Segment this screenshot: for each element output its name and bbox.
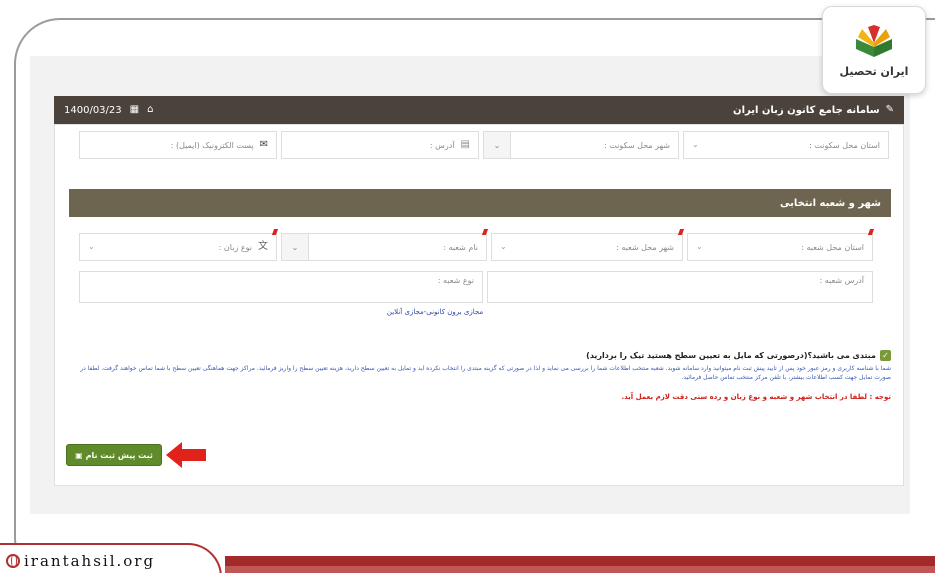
beginner-checkbox-row[interactable]: ✓ مبتدی می باشید؟(درصورتی که مایل به تعی… <box>586 350 891 361</box>
iran-tahsil-logo: ایران تحصیل <box>822 6 926 94</box>
branch-province-select[interactable]: استان محل شعبه : ⌄ <box>687 233 873 261</box>
email-input[interactable]: ✉ پست الکترونیک (ایمیل) : <box>79 131 277 159</box>
required-marker <box>481 229 489 235</box>
branch-address-display: آدرس شعبه : <box>487 271 873 303</box>
logo-text: ایران تحصیل <box>839 64 909 78</box>
submit-label: ثبت پیش ثبت نام <box>85 450 153 460</box>
check-icon[interactable]: ✓ <box>880 350 891 361</box>
site-url-tab: irantahsil.org <box>0 543 222 573</box>
date-display: 1400/03/23 <box>64 104 122 116</box>
submit-preregistration-button[interactable]: ثبت پیش ثبت نام ▣ <box>66 444 162 466</box>
chevron-down-icon: ⌄ <box>291 242 299 252</box>
section-title: شهر و شعبه انتخابی <box>779 197 881 209</box>
address-card-icon: ▤ <box>460 139 470 150</box>
residence-city-dropdown-toggle[interactable]: ⌄ <box>483 131 511 159</box>
chevron-down-icon: ⌄ <box>493 140 501 150</box>
footer-bar <box>225 556 935 566</box>
required-marker <box>271 229 279 235</box>
translate-icon: 文 <box>258 241 268 252</box>
globe-icon <box>6 554 20 568</box>
required-marker <box>677 229 685 235</box>
envelope-icon: ✉ <box>259 139 268 150</box>
residence-province-select[interactable]: استان محل سکونت : ⌄ <box>683 131 889 159</box>
residence-province-label: استان محل سکونت : <box>809 140 880 150</box>
branch-type-display: نوع شعبه : <box>79 271 483 303</box>
branch-name-select[interactable]: نام شعبه : <box>281 233 487 261</box>
section-header-city-branch: شهر و شعبه انتخابی <box>69 189 891 217</box>
chevron-down-icon: ⌄ <box>88 242 95 251</box>
registration-form-panel: استان محل سکونت : ⌄ شهر محل سکونت : ⌄ ▤ … <box>54 124 904 486</box>
residence-city-select[interactable]: شهر محل سکونت : <box>483 131 679 159</box>
required-marker <box>867 229 875 235</box>
branch-type-value: مجازی برون کانونی-مجازی آنلاین <box>386 308 484 316</box>
home-icon[interactable]: ⌂ <box>147 105 153 115</box>
info-description: شما با شناسه کاربری و رمز عبور خود پس از… <box>80 365 891 381</box>
app-header-bar: 1400/03/23 ▦ ⌂ ✎ سامانه جامع کانون زبان … <box>54 96 904 124</box>
site-url: irantahsil.org <box>24 552 156 570</box>
save-icon: ▣ <box>75 450 83 460</box>
chevron-down-icon: ⌄ <box>692 140 699 149</box>
branch-type-label: نوع شعبه : <box>437 276 474 285</box>
chevron-down-icon: ⌄ <box>696 242 703 251</box>
calendar-icon: ▦ <box>129 104 140 115</box>
residence-city-label: شهر محل سکونت : <box>604 140 670 150</box>
branch-address-label: آدرس شعبه : <box>819 276 864 285</box>
footer-bar-shade <box>225 566 935 573</box>
branch-city-select[interactable]: شهر محل شعبه : ⌄ <box>491 233 683 261</box>
warning-text: توجه : لطفا در انتخاب شهر و شعبه و نوع ز… <box>621 393 891 401</box>
red-arrow-icon <box>166 442 206 468</box>
app-title: سامانه جامع کانون زبان ایران <box>733 104 880 116</box>
branch-province-label: استان محل شعبه : <box>801 242 864 252</box>
language-type-select[interactable]: 文 نوع زبان : ⌄ <box>79 233 277 261</box>
branch-name-dropdown-toggle[interactable]: ⌄ <box>281 233 309 261</box>
book-logo-icon <box>856 24 892 57</box>
address-placeholder: آدرس : <box>429 140 455 150</box>
branch-name-label: نام شعبه : <box>443 242 478 252</box>
beginner-checkbox-label: مبتدی می باشید؟(درصورتی که مایل به تعیین… <box>586 351 876 360</box>
address-input[interactable]: ▤ آدرس : <box>281 131 479 159</box>
language-type-label: نوع زبان : <box>218 242 252 252</box>
kanoon-logo-icon: ✎ <box>885 104 894 115</box>
email-placeholder: پست الکترونیک (ایمیل) : <box>170 140 254 150</box>
branch-city-label: شهر محل شعبه : <box>616 242 674 252</box>
chevron-down-icon: ⌄ <box>500 242 507 251</box>
